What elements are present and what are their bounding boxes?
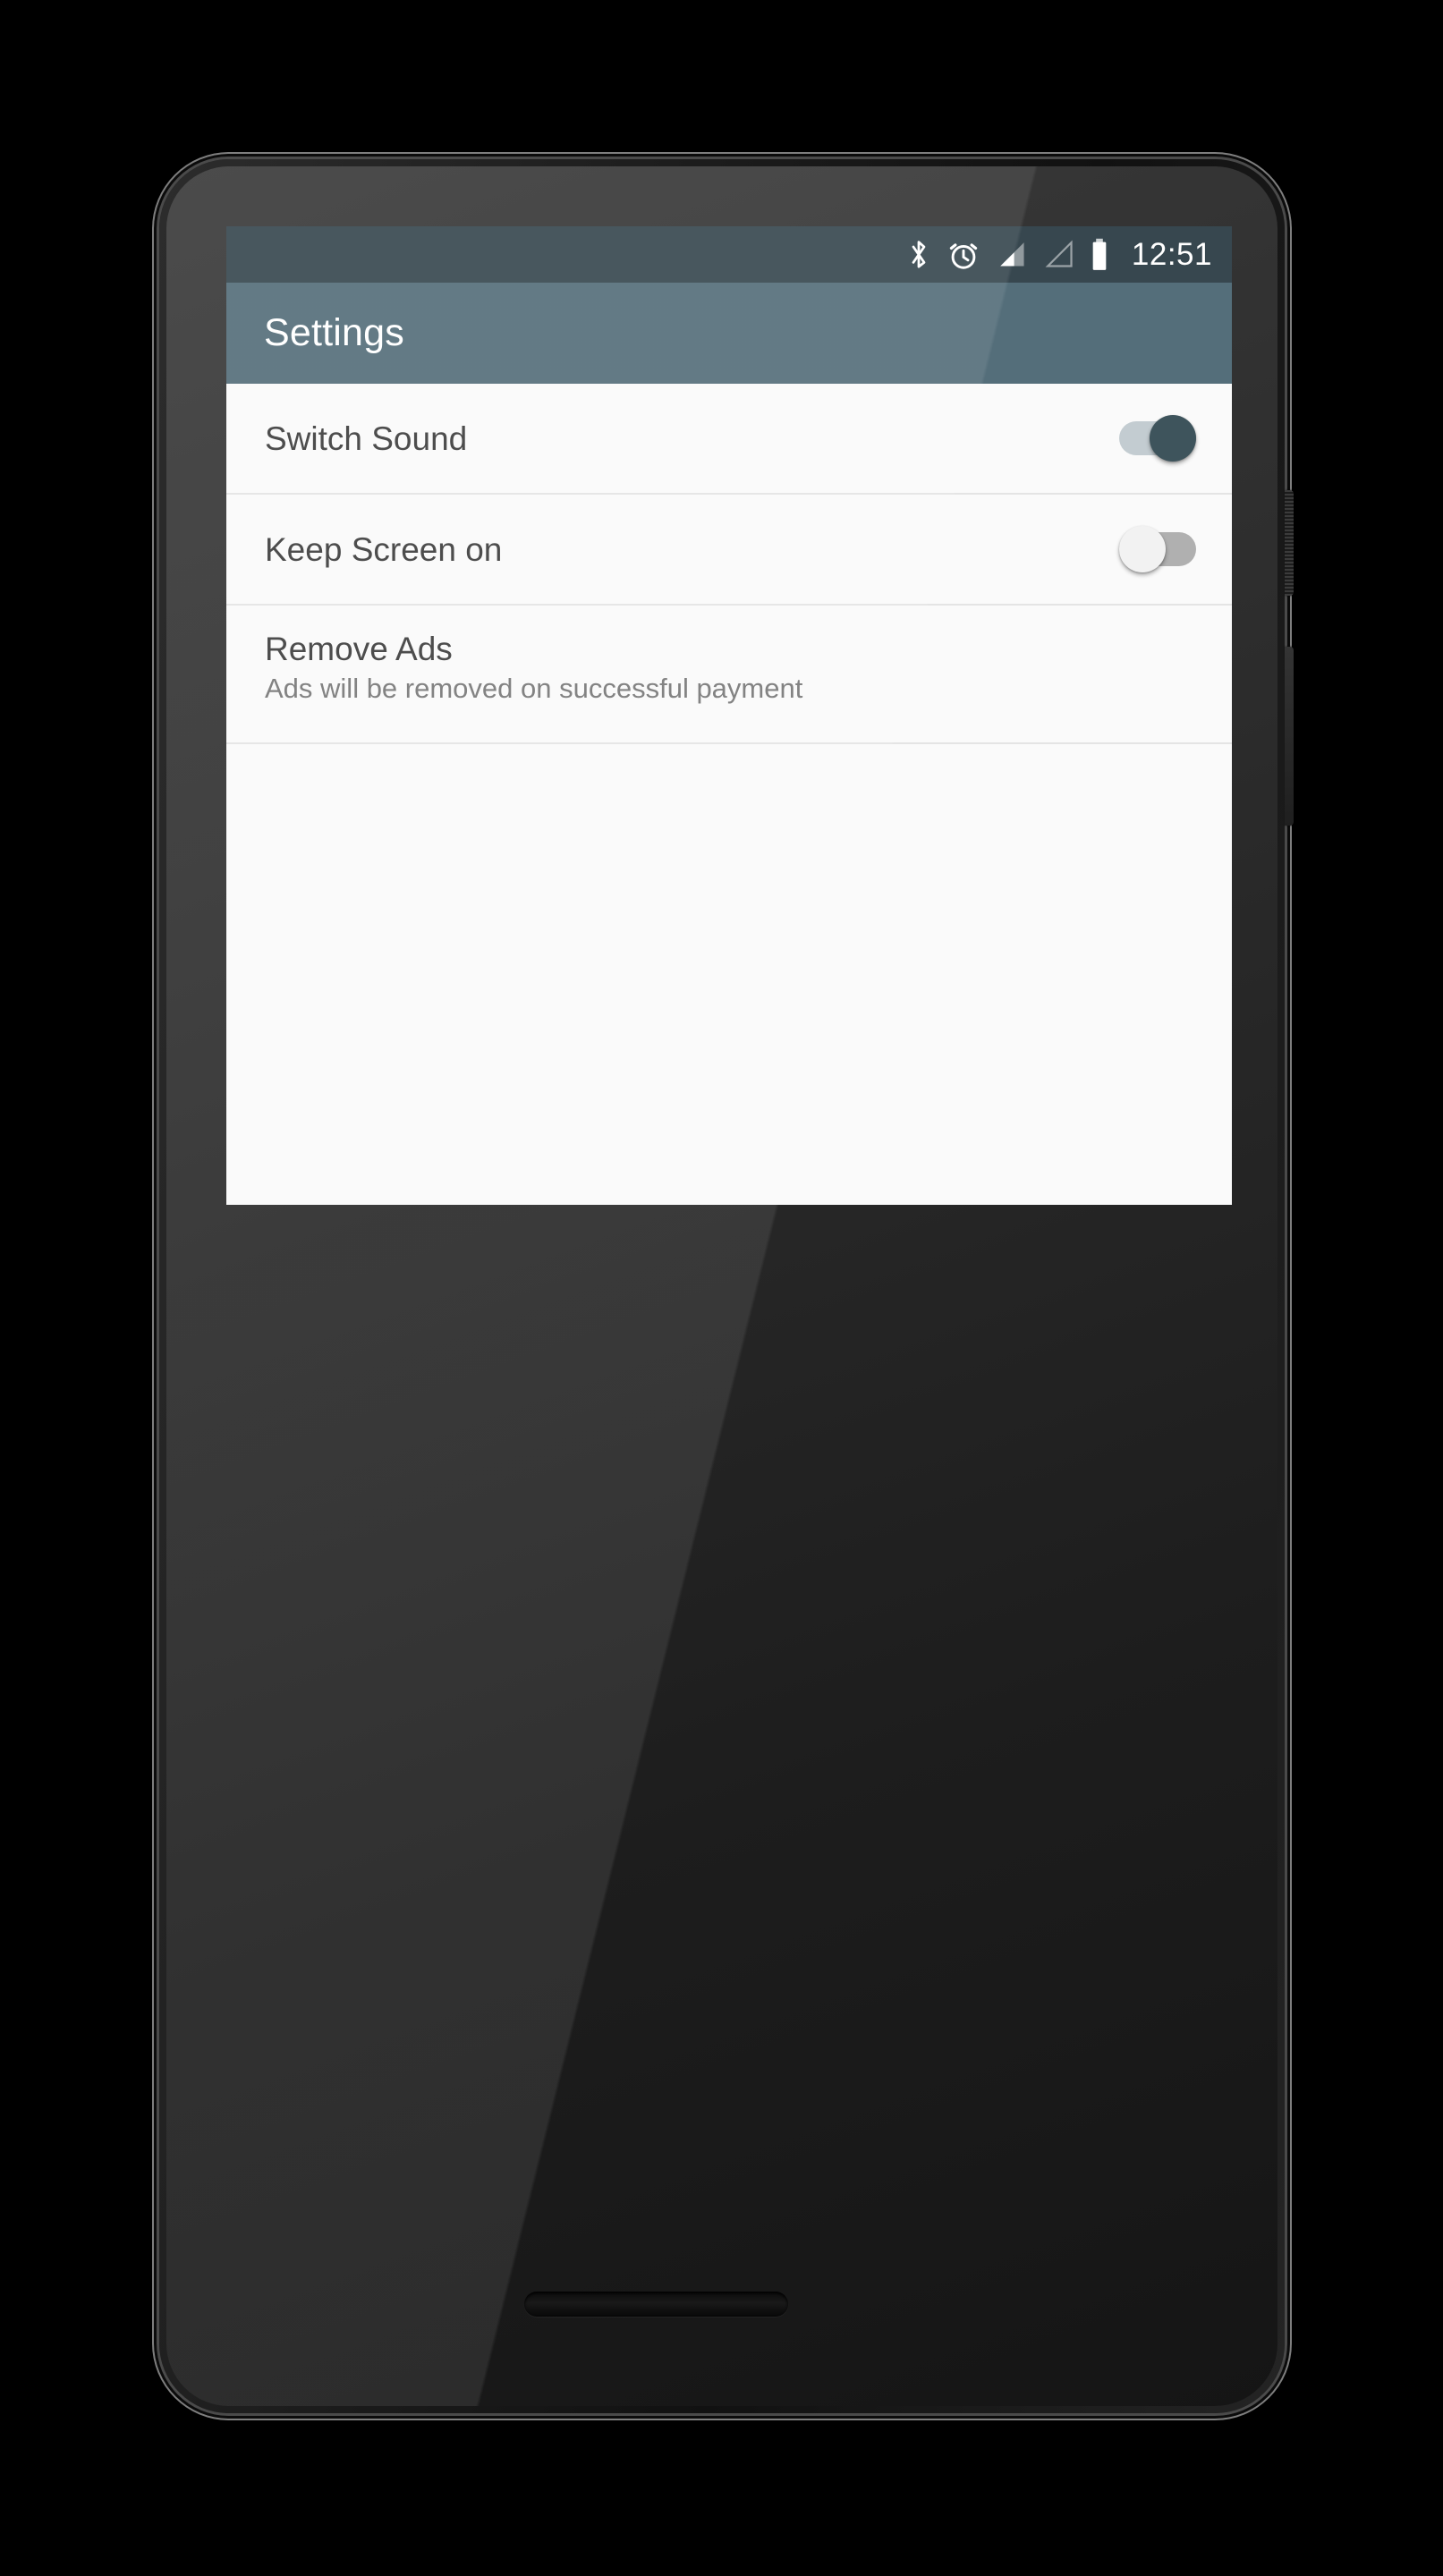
status-bar: 12:51 bbox=[226, 226, 1232, 283]
settings-row-title: Remove Ads bbox=[265, 631, 453, 667]
settings-row-subtitle: Ads will be removed on successful paymen… bbox=[265, 673, 803, 704]
keep-screen-on-toggle[interactable] bbox=[1119, 526, 1196, 572]
battery-full-icon bbox=[1090, 238, 1109, 272]
page-title: Settings bbox=[264, 311, 404, 354]
settings-row-title: Keep Screen on bbox=[265, 530, 503, 568]
row-text-group: Switch Sound bbox=[265, 422, 467, 455]
signal-bars-icon bbox=[995, 240, 1027, 270]
settings-row-switch-sound[interactable]: Switch Sound bbox=[226, 384, 1232, 495]
bluetooth-icon bbox=[905, 239, 932, 271]
app-bar: Settings bbox=[226, 283, 1232, 384]
phone-device-frame: 12:51 Settings Switch Sound Keep Screen … bbox=[159, 159, 1294, 2413]
status-clock: 12:51 bbox=[1131, 236, 1212, 272]
settings-row-title: Switch Sound bbox=[265, 419, 468, 457]
toggle-thumb bbox=[1119, 526, 1166, 572]
settings-row-keep-screen-on[interactable]: Keep Screen on bbox=[226, 495, 1232, 606]
alarm-icon bbox=[947, 239, 980, 271]
row-text-group: Keep Screen on bbox=[265, 533, 502, 566]
bottom-speaker-icon bbox=[524, 2292, 788, 2317]
signal-empty-icon bbox=[1042, 239, 1074, 270]
settings-row-remove-ads[interactable]: Remove Ads Ads will be removed on succes… bbox=[226, 606, 1232, 744]
switch-sound-toggle[interactable] bbox=[1119, 415, 1196, 462]
row-text-group: Remove Ads Ads will be removed on succes… bbox=[265, 632, 802, 702]
settings-list: Switch Sound Keep Screen on Remove Ads A… bbox=[226, 384, 1232, 1205]
phone-screen: 12:51 Settings Switch Sound Keep Screen … bbox=[226, 226, 1232, 1205]
volume-rocker-button[interactable] bbox=[1285, 647, 1294, 826]
toggle-thumb bbox=[1150, 415, 1196, 462]
power-button[interactable] bbox=[1285, 490, 1294, 596]
phone-front-panel: 12:51 Settings Switch Sound Keep Screen … bbox=[166, 166, 1277, 2406]
